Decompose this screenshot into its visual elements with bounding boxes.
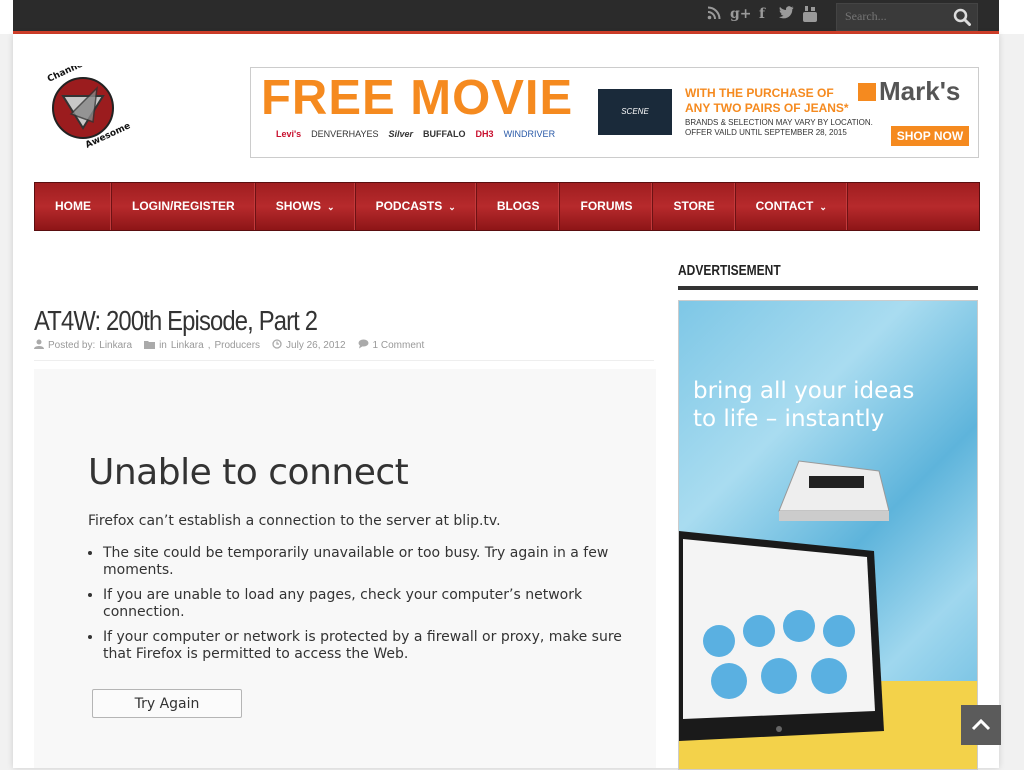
- nav-label: CONTACT: [755, 199, 814, 213]
- nav-label: STORE: [673, 199, 715, 213]
- post-title: AT4W: 200th Episode, Part 2: [34, 304, 318, 336]
- list-item: If your computer or network is protected…: [103, 629, 623, 663]
- posted-by-label: Posted by:: [48, 340, 96, 351]
- sidebar-divider: [678, 286, 978, 290]
- list-item: The site could be temporarily unavailabl…: [103, 545, 623, 579]
- user-icon: [34, 339, 44, 352]
- error-description: Firefox can’t establish a connection to …: [88, 513, 501, 529]
- ad-brand-list: Levi's DENVERHAYES Silver BUFFALO DH3 WI…: [276, 129, 555, 139]
- main-nav: HOME LOGIN/REGISTER SHOWS ⌄ PODCASTS ⌄ BLO…: [34, 182, 980, 231]
- error-title: Unable to connect: [88, 452, 409, 493]
- youtube-icon[interactable]: [802, 6, 818, 22]
- sidebar-ad[interactable]: bring all your ideas to life – instantly: [678, 300, 978, 770]
- nav-label: LOGIN/REGISTER: [132, 199, 235, 213]
- ad-brand: BUFFALO: [423, 129, 466, 139]
- chevron-down-icon: ⌄: [819, 202, 827, 212]
- ad-brand: DENVERHAYES: [311, 129, 379, 139]
- ad-headline: FREE MOVIE: [261, 71, 574, 125]
- comments-link[interactable]: 1 Comment: [373, 340, 425, 351]
- ad-brand: WINDRIVER: [503, 129, 556, 139]
- category-separator: ,: [207, 340, 211, 351]
- ad-purchase-line1: WITH THE PURCHASE OF: [685, 86, 834, 100]
- ad-scene-card: SCENE: [598, 89, 672, 135]
- ad-brand: Silver: [388, 129, 414, 139]
- sidebar-ad-line1: bring all your ideas: [693, 378, 915, 404]
- google-plus-icon[interactable]: g+: [730, 6, 752, 22]
- comment-icon: [358, 339, 369, 352]
- nav-item-shows[interactable]: SHOWS ⌄: [256, 183, 356, 230]
- scroll-to-top-button[interactable]: [961, 705, 1001, 745]
- author-link[interactable]: Linkara: [99, 340, 132, 351]
- printer-image: [778, 460, 889, 521]
- ad-brand: Levi's: [276, 129, 302, 139]
- rss-icon[interactable]: [706, 6, 722, 22]
- nav-label: SHOWS: [275, 199, 322, 213]
- ad-purchase-line2: ANY TWO PAIRS OF JEANS*: [685, 101, 849, 115]
- computer-monitor-image: [679, 531, 884, 741]
- nav-label: FORUMS: [580, 199, 633, 213]
- search-icon[interactable]: [953, 8, 971, 26]
- post-date: July 26, 2012: [286, 340, 346, 351]
- ad-store-name: Mark's: [858, 76, 960, 107]
- nav-label: HOME: [55, 199, 91, 213]
- ad-fine-print: BRANDS & SELECTION MAY VARY BY LOCATION.…: [685, 118, 873, 138]
- twitter-icon[interactable]: [778, 6, 794, 22]
- nav-item-podcasts[interactable]: PODCASTS ⌄: [356, 183, 477, 230]
- nav-item-forums[interactable]: FORUMS: [560, 183, 654, 230]
- chevron-up-icon: [971, 718, 991, 731]
- chevron-down-icon: ⌄: [448, 202, 456, 212]
- chevron-down-icon: ⌄: [327, 202, 335, 212]
- nav-label: BLOGS: [496, 199, 540, 213]
- site-logo[interactable]: Channel Awesome: [41, 58, 139, 152]
- try-again-button[interactable]: Try Again: [92, 689, 242, 718]
- facebook-icon[interactable]: f: [754, 6, 770, 22]
- folder-icon: [144, 340, 156, 352]
- ad-purchase-text: WITH THE PURCHASE OF ANY TWO PAIRS OF JE…: [685, 86, 849, 116]
- nav-item-blogs[interactable]: BLOGS: [477, 183, 561, 230]
- ad-shop-now-button[interactable]: SHOP NOW: [891, 126, 969, 146]
- ad-fine-line1: BRANDS & SELECTION MAY VARY BY LOCATION.: [685, 118, 873, 127]
- sidebar-ad-line2: to life – instantly: [693, 406, 885, 432]
- ad-fine-line2: OFFER VAILD UNTIL SEPTEMBER 28, 2015: [685, 128, 847, 137]
- category-link[interactable]: Linkara: [171, 340, 204, 351]
- ad-brand: DH3: [475, 129, 494, 139]
- marks-logo-square: [858, 83, 876, 101]
- clock-icon: [272, 339, 282, 352]
- ad-store-label: Mark's: [879, 76, 961, 106]
- list-item: If you are unable to load any pages, che…: [103, 587, 623, 621]
- embedded-error-panel: Unable to connect Firefox can’t establis…: [34, 369, 656, 768]
- sidebar-heading: ADVERTISEMENT: [678, 262, 781, 279]
- category-link[interactable]: Producers: [214, 340, 260, 351]
- search-input[interactable]: [837, 4, 945, 28]
- post-meta: Posted by: Linkara in Linkara, Producers…: [34, 339, 654, 361]
- nav-item-login-register[interactable]: LOGIN/REGISTER: [112, 183, 256, 230]
- top-bar-inner: g+ f: [13, 0, 999, 31]
- banner-ad[interactable]: FREE MOVIE Levi's DENVERHAYES Silver BUF…: [250, 67, 979, 158]
- in-label: in: [159, 340, 167, 351]
- sidebar-ad-text: bring all your ideas to life – instantly: [693, 377, 914, 433]
- nav-item-home[interactable]: HOME: [35, 183, 112, 230]
- page-container: Channel Awesome FREE MOVIE Levi's DENVER…: [13, 34, 999, 770]
- social-links: g+ f: [706, 6, 818, 26]
- nav-item-contact[interactable]: CONTACT ⌄: [736, 183, 848, 230]
- top-bar: g+ f: [0, 0, 1024, 34]
- error-suggestions: The site could be temporarily unavailabl…: [88, 545, 623, 671]
- search-box: [836, 3, 978, 31]
- nav-item-store[interactable]: STORE: [653, 183, 736, 230]
- nav-label: PODCASTS: [375, 199, 443, 213]
